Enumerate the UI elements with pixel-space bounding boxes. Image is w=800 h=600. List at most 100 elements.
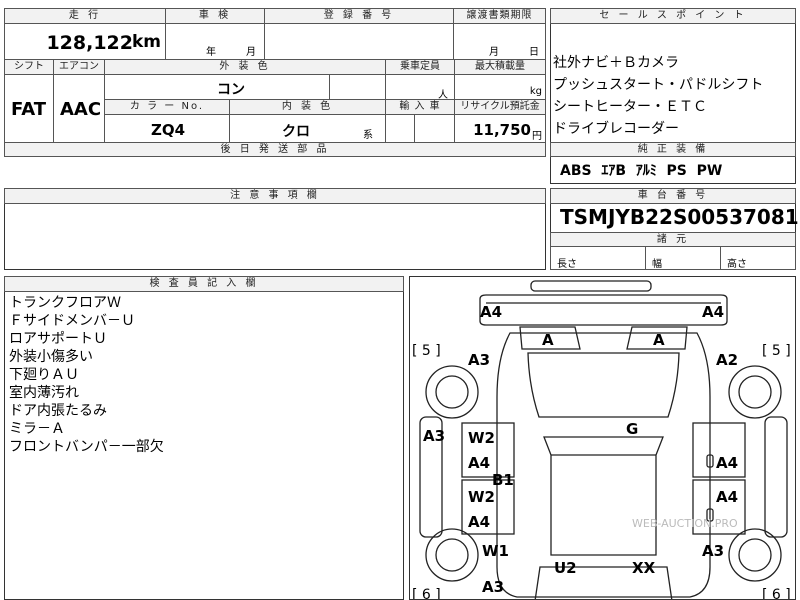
mileage-header: 走 行	[4, 8, 166, 24]
color-no-cell: ZQ4	[104, 114, 230, 143]
car-diagram: A4 A4 A A A3 A2 [ 5 ] [ 5 ] A3 G W2 A4 B…	[412, 280, 791, 600]
registration-header: 登 録 番 号	[264, 8, 454, 24]
mileage-unit: km	[131, 32, 161, 52]
chassis-number: TSMJYB22S00537081	[560, 205, 799, 229]
shaken-cell: 年 月	[165, 23, 265, 60]
mileage-cell: 128,122 km	[4, 23, 166, 60]
inspector-header: 検 査 員 記 入 欄	[4, 276, 404, 292]
mark-front-right: A4	[702, 303, 724, 321]
max-load-header: 最大積載量	[454, 59, 546, 75]
inspector-note: トランクフロアＷ	[9, 295, 121, 311]
mark-door-fl-top: W2	[468, 429, 495, 447]
mark-door-rl-bottom: A4	[468, 513, 490, 531]
ac-header: エアコン	[53, 59, 105, 75]
shift-header: シフト	[4, 59, 54, 75]
shaken-header: 車 検	[165, 8, 265, 24]
import-cell-2	[414, 114, 455, 143]
import-header: 輸 入 車	[385, 99, 455, 115]
recycle-header: リサイクル預託金	[454, 99, 546, 115]
mark-rear-quarter-right: A3	[702, 542, 724, 560]
transfer-day: 日	[529, 47, 539, 58]
inspector-note: 室内薄汚れ	[9, 385, 79, 401]
chassis-header: 車 台 番 号	[550, 188, 796, 204]
mark-bracket-br: [ 6 ]	[762, 587, 791, 600]
transfer-month: 月	[489, 47, 499, 58]
caution-header: 注 意 事 項 欄	[4, 188, 546, 204]
shaken-year: 年	[206, 47, 216, 58]
exterior-header: 外 装 色	[104, 59, 386, 75]
sales-point-4: ドライブレコーダー	[553, 121, 679, 137]
max-load-unit: kg	[529, 86, 542, 97]
mark-bracket-left: [ 5 ]	[412, 343, 441, 359]
recycle-cell: 11,750 円	[454, 114, 546, 143]
transfer-deadline-header: 譲渡書類期限	[453, 8, 546, 24]
watermark: WEB-AUCTION.PRO	[632, 517, 738, 530]
side-skirt-right	[764, 416, 788, 538]
dims-length-label: 長さ	[557, 259, 577, 270]
sales-point-1: 社外ナビ＋Ｂカメラ	[553, 55, 679, 71]
front-bumper-outline	[479, 294, 728, 326]
std-equip-header: 純 正 装 備	[550, 142, 796, 157]
max-load-cell: kg	[454, 74, 546, 100]
color-no-value: ZQ4	[151, 121, 186, 139]
interior-header: 内 装 色	[229, 99, 386, 115]
color-no-header: カ ラ ー No.	[104, 99, 230, 115]
wheel-rr	[728, 528, 782, 582]
capacity-cell: 人	[385, 74, 455, 101]
mark-door-rr: A4	[716, 488, 738, 506]
mark-side-left: A3	[423, 427, 445, 445]
sales-point-2: プッシュスタート・パドルシフト	[553, 77, 764, 93]
dims-width-label: 幅	[652, 259, 662, 270]
hood-outline	[527, 352, 680, 418]
exterior-cell-2	[329, 74, 386, 100]
mark-trunk-left: U2	[554, 559, 577, 577]
mileage-value: 128,122	[46, 32, 133, 54]
mark-fender-left: A3	[468, 351, 490, 369]
inspector-note: 下廻りＡＵ	[9, 367, 79, 383]
mark-front-left: A4	[480, 303, 502, 321]
inspector-note: ロアサポートＵ	[9, 331, 107, 347]
shaken-month: 月	[246, 47, 256, 58]
wheel-rl	[425, 528, 479, 582]
mark-b-pillar: B1	[492, 471, 514, 489]
dims-width-cell: 幅	[645, 246, 721, 270]
inspector-note: ミラ－Ａ	[9, 421, 65, 437]
wheel-fr	[728, 365, 782, 419]
mark-door-rl-top: W2	[468, 488, 495, 506]
mark-headlight-right: A	[653, 331, 665, 349]
mark-bracket-right: [ 5 ]	[762, 343, 791, 359]
ac-cell: AAC	[53, 74, 105, 143]
mark-rear-quarter-left: A3	[482, 578, 504, 596]
dims-height-label: 高さ	[727, 259, 747, 270]
mark-headlight-left: A	[542, 331, 554, 349]
inspector-note: 外装小傷多い	[9, 349, 93, 365]
exterior-value: コン	[217, 82, 245, 98]
mark-roof: G	[626, 420, 638, 438]
wheel-fl	[425, 365, 479, 419]
later-parts-header: 後 日 発 送 部 品	[4, 142, 546, 157]
mark-door-fl-bottom: A4	[468, 454, 490, 472]
mark-fender-right: A2	[716, 351, 738, 369]
dims-length-cell: 長さ	[550, 246, 646, 270]
inspector-note: フロントバンパ－一部欠	[9, 439, 164, 455]
transfer-cell: 月 日	[453, 23, 546, 60]
ac-value: AAC	[60, 99, 102, 120]
std-equip-value: ABS ｴｱB ｱﾙﾐ PS PW	[560, 163, 723, 179]
import-cell	[385, 114, 415, 143]
sales-point-3: シートヒーター・ＥＴＣ	[553, 99, 707, 115]
mark-door-fr: A4	[716, 454, 738, 472]
recycle-unit: 円	[532, 131, 542, 142]
car-diagram-box: A4 A4 A A A3 A2 [ 5 ] [ 5 ] A3 G W2 A4 B…	[409, 276, 796, 600]
inspector-notes: トランクフロアＷ Ｆサイドメンバ－Ｕ ロアサポートＵ 外装小傷多い 下廻りＡＵ 室内薄汚れ…	[9, 294, 399, 456]
shift-value: FAT	[11, 99, 47, 120]
recycle-value: 11,750	[473, 121, 531, 139]
mark-rear-fender-left: W1	[482, 542, 509, 560]
mark-trunk-right: XX	[632, 559, 656, 577]
shift-cell: FAT	[4, 74, 54, 143]
inspector-note: ドア内張たるみ	[9, 403, 107, 419]
front-grille-outline	[530, 280, 652, 292]
dims-header: 諸 元	[550, 232, 796, 247]
interior-cell: クロ 系	[229, 114, 386, 143]
mark-bracket-bl: [ 6 ]	[412, 587, 441, 600]
exterior-cell: コン	[104, 74, 330, 100]
